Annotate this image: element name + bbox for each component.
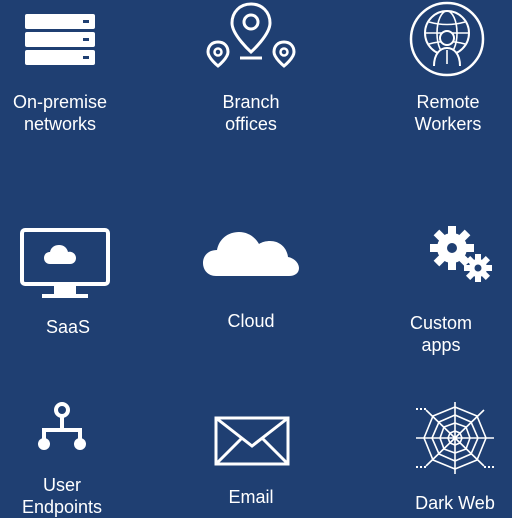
gears-icon: [430, 226, 492, 282]
tile-label: Remote Workers: [378, 91, 512, 135]
tile-label: SaaS: [0, 316, 138, 338]
label-line: networks: [23, 114, 97, 134]
monitor-cloud-icon: [20, 228, 110, 298]
cloud-icon: [203, 232, 299, 276]
tile-label: Cloud: [181, 310, 321, 332]
tile-label: Email: [181, 486, 321, 508]
globe-worker-icon: [409, 1, 485, 77]
envelope-icon: [214, 416, 290, 466]
label-line: Cloud: [227, 311, 275, 331]
tile-label: Dark Web: [385, 492, 512, 514]
label-line: offices: [225, 114, 277, 134]
label-line: Email: [228, 487, 274, 507]
tile-label: On-premise networks: [0, 91, 130, 135]
label-line: Endpoints: [21, 497, 103, 517]
label-line: Remote: [416, 92, 480, 112]
spider-web-icon: [416, 402, 494, 474]
label-line: Workers: [414, 114, 482, 134]
label-line: apps: [421, 335, 461, 355]
network-nodes-icon: [38, 402, 86, 450]
label-line: User: [42, 475, 81, 495]
server-stack-icon: [25, 14, 95, 65]
label-line: Custom: [409, 313, 472, 333]
label-line: On-premise: [12, 92, 108, 112]
label-line: Branch: [222, 92, 280, 112]
label-line: SaaS: [45, 317, 91, 337]
location-pins-icon: [206, 2, 296, 68]
tile-label: Branch offices: [181, 91, 321, 135]
tile-label: Custom apps: [371, 312, 511, 356]
label-line: Dark Web: [415, 493, 495, 513]
tile-label: User Endpoints: [0, 474, 132, 518]
